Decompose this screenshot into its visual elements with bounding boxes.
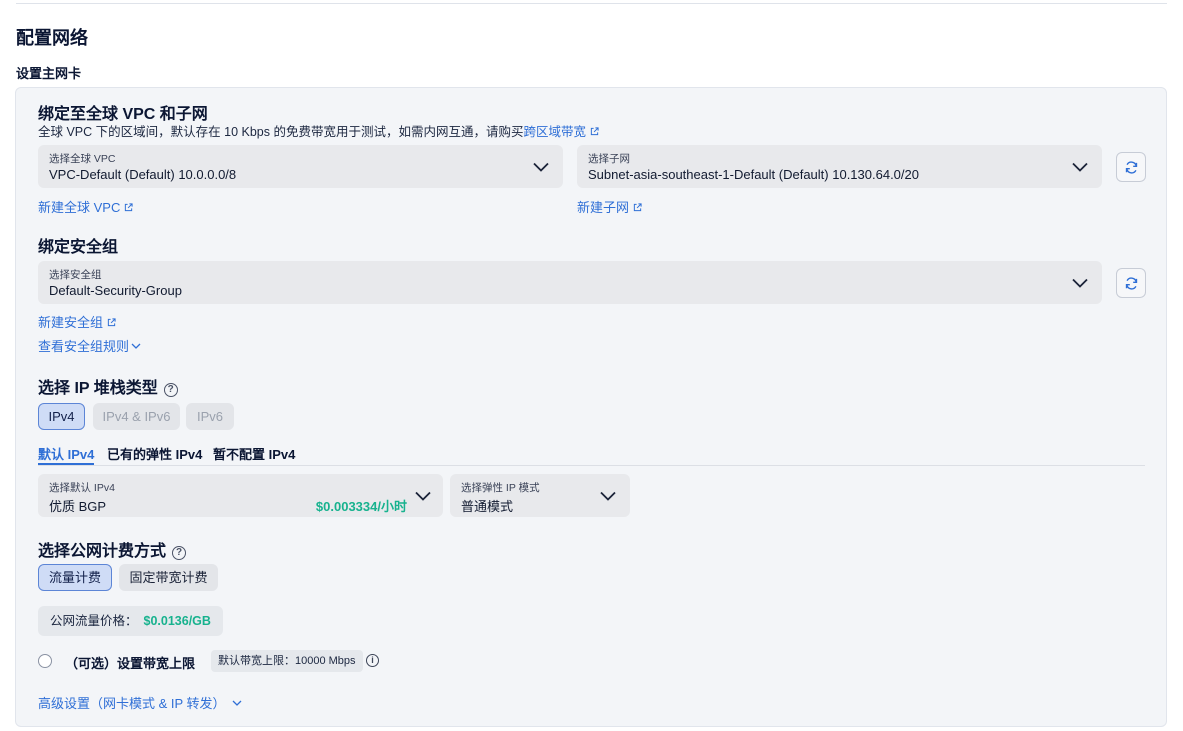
advanced-settings-text: 高级设置（网卡模式 & IP 转发） [38, 696, 226, 711]
tab-no-ipv4[interactable]: 暂不配置 IPv4 [213, 444, 295, 463]
section-title: 设置主网卡 [16, 66, 82, 81]
subnet-select[interactable]: 选择子网 Subnet-asia-southeast-1-Default (De… [577, 145, 1102, 188]
ipv4-price: $0.003334/小时 [315, 499, 407, 514]
new-security-group-link-text: 新建安全组 [38, 315, 104, 330]
default-bandwidth-tag: 默认带宽上限：10000 Mbps [211, 650, 363, 672]
refresh-icon [1125, 277, 1138, 290]
vpc-description-text: 全球 VPC 下的区域间，默认存在 10 Kbps 的免费带宽用于测试，如需内网… [38, 125, 524, 139]
refresh-security-group-button[interactable] [1116, 268, 1146, 298]
new-vpc-link-text: 新建全球 VPC [38, 200, 121, 215]
tab-default-ipv4[interactable]: 默认 IPv4 [38, 444, 94, 463]
new-security-group-link[interactable]: 新建安全组 [38, 312, 116, 331]
bandwidth-limit-label[interactable]: （可选）设置带宽上限 [65, 653, 195, 672]
help-icon[interactable]: ? [172, 546, 187, 560]
refresh-icon [1125, 161, 1138, 174]
chevron-down-icon [1072, 278, 1088, 288]
page-title: 配置网络 [16, 28, 88, 48]
chevron-down-icon [232, 700, 242, 706]
external-link-icon [633, 203, 642, 212]
cross-region-bandwidth-link[interactable]: 跨区域带宽 [523, 125, 586, 139]
help-icon[interactable]: ? [163, 383, 178, 397]
traffic-price-box: 公网流量价格： $0.0136/GB [38, 606, 223, 636]
new-vpc-link[interactable]: 新建全球 VPC [38, 197, 133, 216]
active-tab-indicator [38, 463, 94, 465]
subnet-select-value: Subnet-asia-southeast-1-Default (Default… [588, 167, 919, 182]
info-icon[interactable]: i [366, 654, 379, 667]
security-group-select-value: Default-Security-Group [49, 283, 182, 298]
ip-stack-option-ipv4[interactable]: IPv4 [38, 403, 85, 430]
new-subnet-link[interactable]: 新建子网 [577, 197, 642, 216]
view-security-group-rules-link[interactable]: 查看安全组规则 [38, 336, 141, 355]
top-divider [16, 3, 1167, 4]
traffic-price-value: $0.0136/GB [143, 614, 211, 628]
eip-mode-select[interactable]: 选择弹性 IP 模式 普通模式 [450, 474, 630, 517]
ip-stack-title: 选择 IP 堆栈类型? [38, 374, 178, 398]
chevron-down-icon [131, 343, 141, 349]
security-group-title: 绑定安全组 [38, 239, 119, 256]
billing-title: 选择公网计费方式? [38, 537, 187, 561]
ip-stack-option-ipv6[interactable]: IPv6 [186, 403, 234, 430]
chevron-down-icon [415, 491, 431, 501]
default-ipv4-select[interactable]: 选择默认 IPv4 优质 BGP $0.003334/小时 [38, 474, 443, 517]
advanced-settings-link[interactable]: 高级设置（网卡模式 & IP 转发） [38, 693, 242, 712]
chevron-down-icon [533, 162, 549, 172]
eip-mode-select-value: 普通模式 [461, 499, 514, 514]
security-group-select[interactable]: 选择安全组 Default-Security-Group [38, 261, 1102, 304]
vpc-description: 全球 VPC 下的区域间，默认存在 10 Kbps 的免费带宽用于测试，如需内网… [38, 121, 599, 140]
chevron-down-icon [1072, 162, 1088, 172]
subnet-select-label: 选择子网 [588, 153, 630, 165]
ip-stack-option-dual[interactable]: IPv4 & IPv6 [93, 403, 180, 430]
external-link-icon [125, 203, 133, 212]
view-rules-text: 查看安全组规则 [38, 339, 130, 354]
traffic-price-label: 公网流量价格： [50, 614, 138, 628]
chevron-down-icon [600, 491, 616, 501]
refresh-vpc-button[interactable] [1116, 152, 1146, 182]
vpc-select[interactable]: 选择全球 VPC VPC-Default (Default) 10.0.0.0/… [38, 145, 563, 188]
default-ipv4-select-value: 优质 BGP [49, 499, 107, 514]
ip-stack-title-text: 选择 IP 堆栈类型 [38, 380, 158, 397]
eip-mode-select-label: 选择弹性 IP 模式 [461, 482, 540, 494]
external-link-icon [107, 318, 116, 327]
billing-option-traffic[interactable]: 流量计费 [38, 564, 112, 591]
vpc-select-label: 选择全球 VPC [49, 153, 116, 165]
external-link-icon [590, 127, 599, 136]
tab-existing-eip[interactable]: 已有的弹性 IPv4 [107, 444, 202, 463]
vpc-select-value: VPC-Default (Default) 10.0.0.0/8 [49, 167, 237, 182]
tab-divider [38, 465, 1145, 466]
new-subnet-link-text: 新建子网 [577, 200, 630, 215]
bandwidth-limit-radio[interactable] [38, 654, 52, 668]
billing-option-fixed-bandwidth[interactable]: 固定带宽计费 [119, 564, 218, 591]
billing-title-text: 选择公网计费方式 [38, 543, 167, 560]
default-ipv4-select-label: 选择默认 IPv4 [49, 482, 115, 494]
security-group-select-label: 选择安全组 [49, 269, 102, 281]
